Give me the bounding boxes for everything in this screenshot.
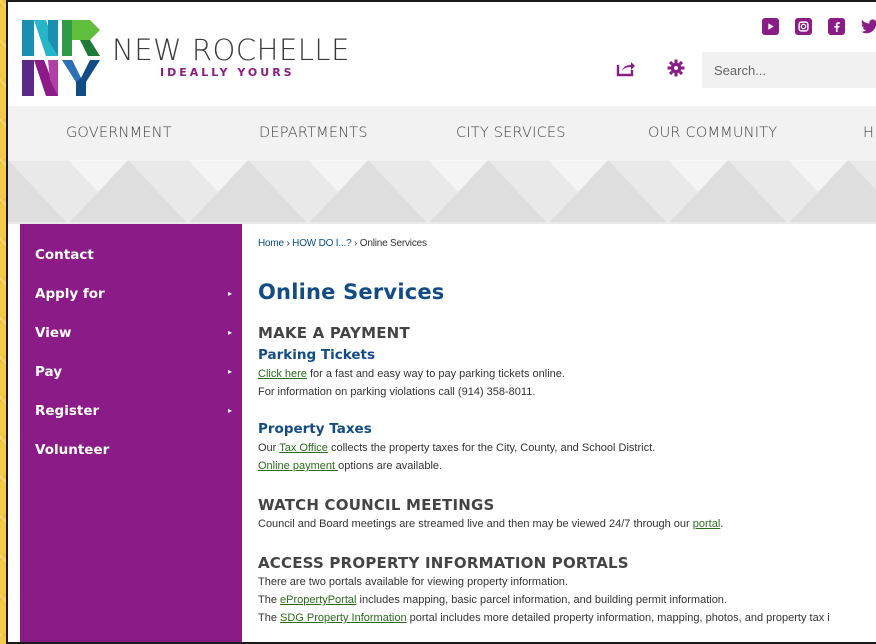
tax-post-text: collects the property taxes for the City… [327, 442, 656, 454]
site-name: NEW ROCHELLE [112, 33, 350, 67]
breadcrumb-separator: › [283, 238, 293, 249]
gear-icon[interactable] [666, 58, 686, 78]
submenu-arrow-icon: ▸ [227, 328, 232, 337]
sidebar-item-label: Apply for [35, 286, 105, 302]
banner-pattern [8, 160, 876, 224]
sdg-text-line: The SDG Property Information portal incl… [258, 612, 830, 624]
header-tools [616, 58, 686, 78]
eproperty-portal-link[interactable]: ePropertyPortal [280, 594, 356, 606]
sidebar-item-label: Pay [35, 364, 63, 380]
page-title: Online Services [258, 280, 445, 304]
submenu-arrow-icon: ▸ [227, 289, 232, 298]
council-text: Council and Board meetings are streamed … [258, 518, 693, 530]
nav-our-community[interactable]: OUR COMMUNITY [648, 106, 777, 160]
section-heading-payment: MAKE A PAYMENT [258, 324, 410, 342]
tax-text-line: Our Tax Office collects the property tax… [258, 442, 655, 454]
section-heading-council: WATCH COUNCIL MEETINGS [258, 496, 495, 514]
sidebar-item-label: Contact [35, 247, 94, 263]
breadcrumb-current: Online Services [359, 238, 427, 249]
decorative-banner [8, 160, 876, 224]
share-icon[interactable] [616, 58, 636, 78]
online-payment-link[interactable]: Online payment [258, 460, 338, 472]
sidebar-item-volunteer[interactable]: Volunteer [20, 437, 242, 476]
twitter-icon[interactable] [861, 18, 876, 35]
council-text-end: . [720, 518, 724, 530]
sdg-pre: The [258, 612, 281, 624]
eproperty-pre: The [258, 594, 281, 606]
sidebar-item-pay[interactable]: Pay ▸ [20, 359, 242, 398]
sdg-post: portal includes more detailed property i… [406, 612, 830, 624]
site-tagline: IDEALLY YOURS [160, 66, 295, 79]
online-payment-line: Online payment options are available. [258, 460, 442, 472]
sidebar-item-contact[interactable]: Contact [20, 242, 242, 281]
sidebar-item-apply-for[interactable]: Apply for ▸ [20, 281, 242, 320]
eproperty-text-line: The ePropertyPortal includes mapping, ba… [258, 594, 727, 606]
breadcrumb-separator: › [351, 238, 360, 249]
council-text-line: Council and Board meetings are streamed … [258, 518, 723, 530]
sidebar-item-label: Volunteer [35, 442, 110, 458]
council-portal-link[interactable]: portal [693, 518, 721, 530]
youtube-icon[interactable] [762, 18, 779, 35]
instagram-icon[interactable] [795, 18, 812, 35]
sidebar-item-label: Register [35, 403, 100, 419]
sidebar-item-register[interactable]: Register ▸ [20, 398, 242, 437]
nav-government[interactable]: GOVERNMENT [66, 106, 172, 160]
parking-text-line: Click here for a fast and easy way to pa… [258, 368, 565, 380]
section-heading-property-portals: ACCESS PROPERTY INFORMATION PORTALS [258, 554, 629, 572]
site-header: NEW ROCHELLE IDEALLY YOURS [8, 2, 876, 106]
online-payment-text: options are available. [338, 460, 443, 472]
subheading-property-taxes: Property Taxes [258, 421, 372, 437]
sdg-property-link[interactable]: SDG Property Information [280, 612, 407, 624]
tax-pre-text: Our [258, 442, 280, 454]
nrny-logo[interactable] [22, 20, 100, 96]
facebook-icon[interactable] [828, 18, 845, 35]
parking-text: for a fast and easy way to pay parking t… [306, 368, 565, 380]
breadcrumb-parent-link[interactable]: HOW DO I...? [292, 238, 351, 249]
browser-frame: NEW ROCHELLE IDEALLY YOURS Search... GOV… [6, 0, 876, 644]
tax-office-link[interactable]: Tax Office [279, 442, 328, 454]
nav-departments[interactable]: DEPARTMENTS [259, 106, 368, 160]
search-input[interactable] [702, 52, 876, 88]
subheading-parking-tickets: Parking Tickets [258, 347, 375, 363]
property-intro-text: There are two portals available for view… [258, 576, 568, 588]
social-links [762, 18, 876, 35]
sidebar-item-view[interactable]: View ▸ [20, 320, 242, 359]
parking-click-here-link[interactable]: Click here [258, 368, 307, 380]
breadcrumb: Home › HOW DO I...? › Online Services [258, 238, 427, 249]
submenu-arrow-icon: ▸ [227, 406, 232, 415]
eproperty-post: includes mapping, basic parcel informati… [356, 594, 727, 606]
nav-city-services[interactable]: CITY SERVICES [456, 106, 566, 160]
breadcrumb-home-link[interactable]: Home [258, 238, 284, 249]
nav-item-truncated[interactable]: H [863, 106, 874, 160]
site-wordmark[interactable]: NEW ROCHELLE IDEALLY YOURS [112, 33, 350, 80]
main-nav: GOVERNMENT DEPARTMENTS CITY SERVICES OUR… [8, 106, 876, 160]
parking-violations-text: For information on parking violations ca… [258, 386, 536, 398]
sidebar-menu: Contact Apply for ▸ View ▸ Pay ▸ Register ▸ … [20, 224, 242, 642]
sidebar-item-label: View [35, 325, 72, 341]
submenu-arrow-icon: ▸ [227, 367, 232, 376]
